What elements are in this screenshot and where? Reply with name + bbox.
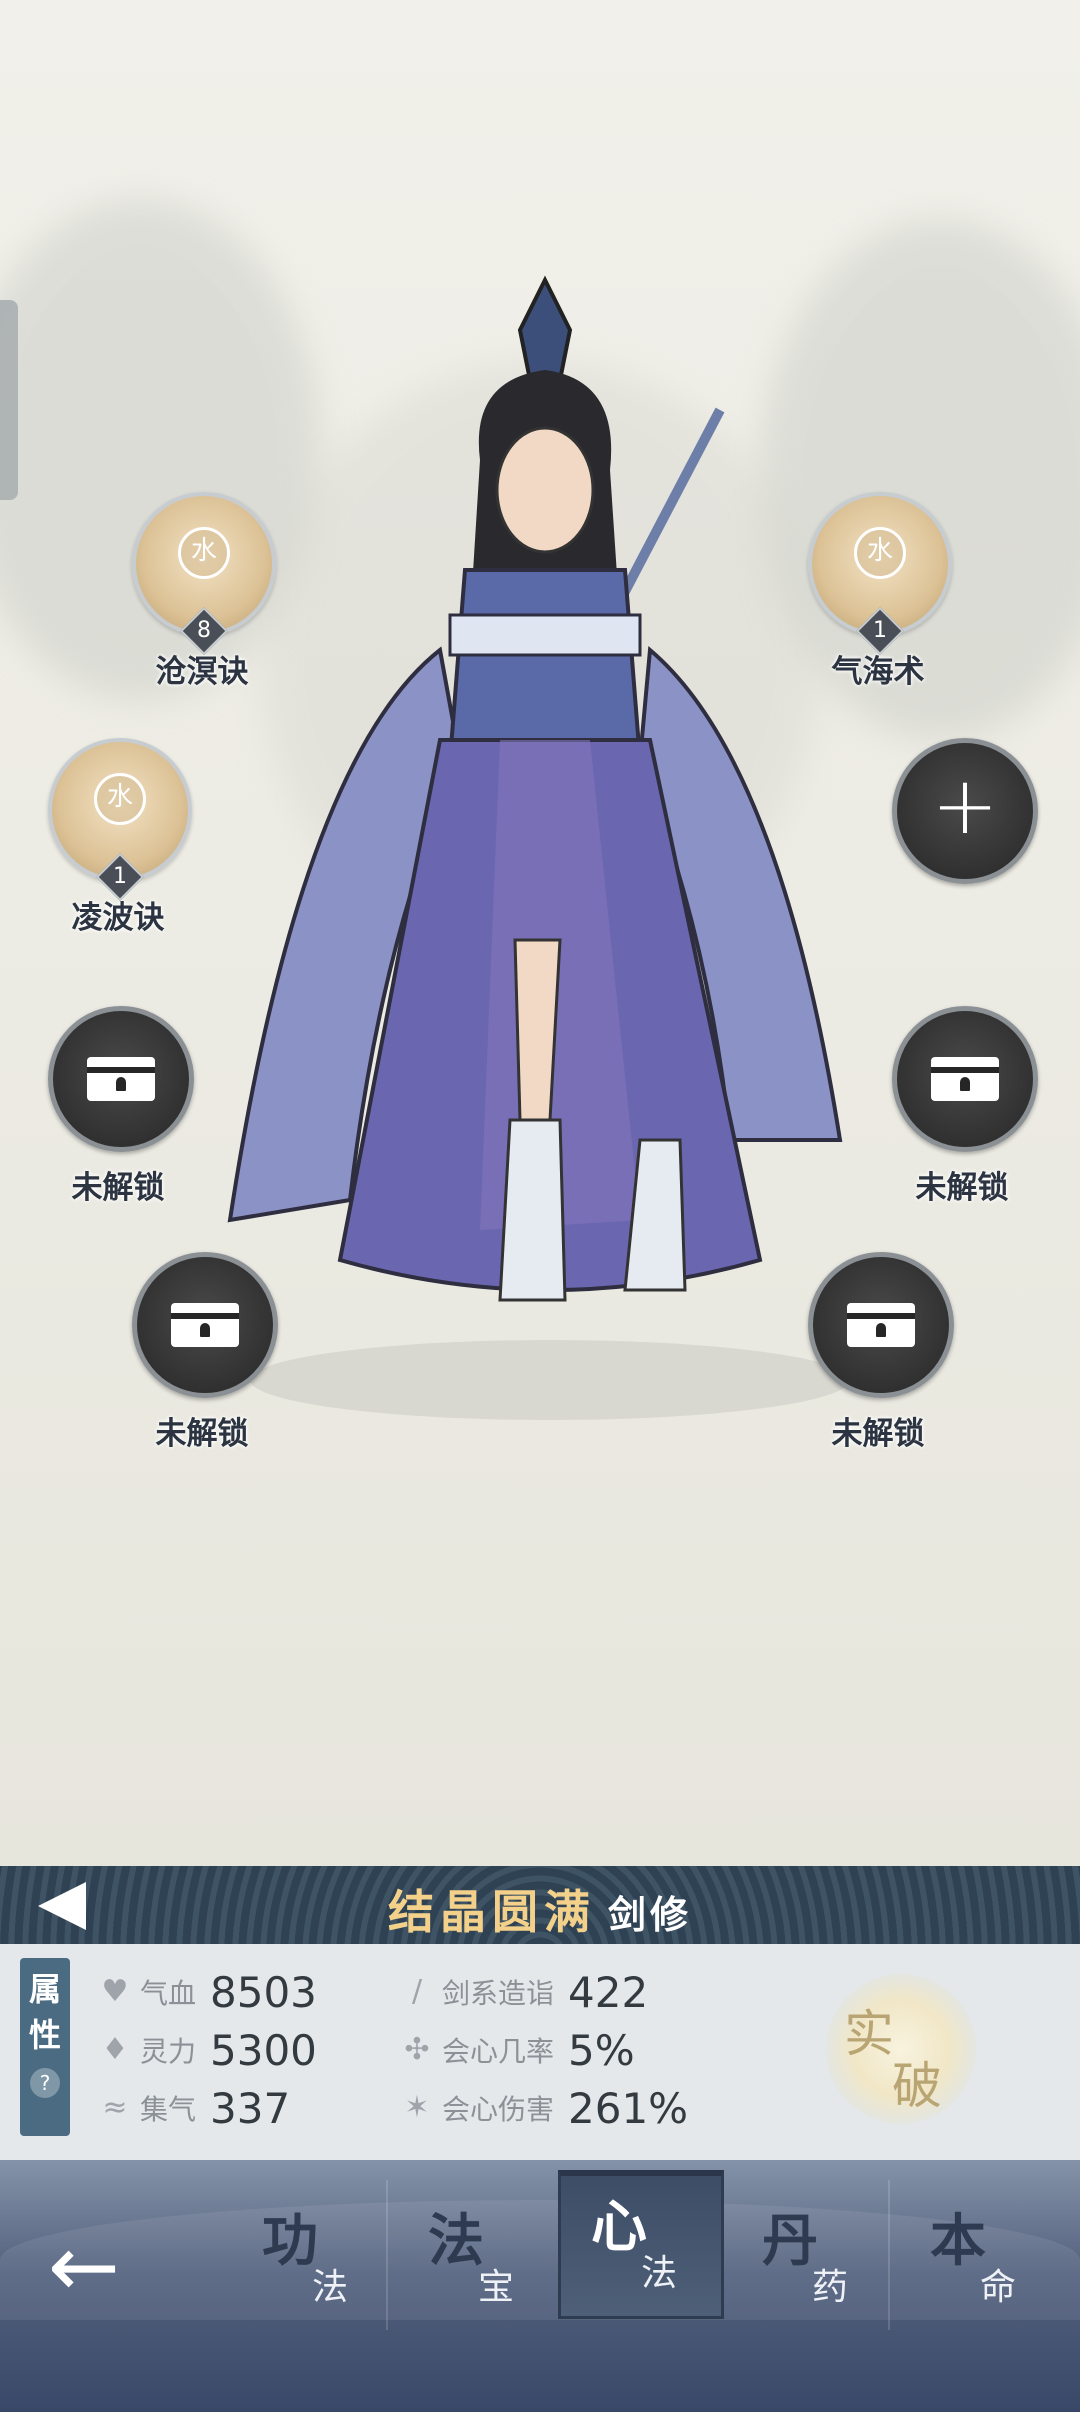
stat-value: 261% <box>568 2083 689 2133</box>
locked-label: 未解锁 <box>155 1416 249 1452</box>
tab-label: 功 <box>262 2208 318 2274</box>
locked-slot-right-1[interactable]: 未解锁 <box>892 1006 1038 1207</box>
tab-sublabel: 药 <box>812 2267 849 2308</box>
lock-icon <box>931 1057 999 1101</box>
flame-icon: ♦ <box>101 2032 129 2067</box>
stat-label: 会心几率 <box>442 2035 555 2068</box>
skill-slot-left-1[interactable]: 水 8 沧溟诀 <box>132 492 276 691</box>
stat-crit-rate: ✣ 会心几率 5% <box>398 2022 635 2078</box>
skill-slot-right-1[interactable]: 水 1 气海术 <box>808 492 952 691</box>
tab-sublabel: 法 <box>312 2267 349 2308</box>
skill-icon: 水 8 <box>132 492 276 656</box>
critical-icon: ✣ <box>404 2032 430 2067</box>
stat-value: 422 <box>568 1967 649 2017</box>
stat-sword-mastery: / 剑系造诣 422 <box>398 1964 648 2020</box>
class-label: 剑修 <box>607 1893 692 1937</box>
character-scene: 水 8 沧溟诀 水 1 气海术 水 1 凌波诀 + 未解锁 未解锁 未解锁 未解… <box>0 0 1080 1866</box>
locked-label: 未解锁 <box>831 1416 925 1452</box>
stat-label: 灵力 <box>140 2035 197 2068</box>
add-skill-slot[interactable]: + <box>892 738 1038 884</box>
arrow-left-icon[interactable]: ← <box>48 2224 138 2314</box>
tab-gongfa[interactable]: 功 法 <box>232 2190 392 2330</box>
locked-slot-icon <box>132 1252 278 1398</box>
rank-title: 结晶圆满 剑修 <box>0 1876 1080 1942</box>
locked-slot-icon <box>808 1252 954 1398</box>
tab-divider <box>888 2180 890 2330</box>
tab-sublabel: 宝 <box>478 2267 515 2308</box>
skill-icon: 水 1 <box>48 738 192 902</box>
locked-slot-icon <box>892 1006 1038 1152</box>
tab-danyao[interactable]: 丹 药 <box>732 2190 892 2330</box>
heart-icon: ♥ <box>101 1974 129 2009</box>
locked-slot-left-2[interactable]: 未解锁 <box>132 1252 278 1453</box>
attributes-tab[interactable]: 属 性 ? <box>20 1958 70 2136</box>
stat-value: 337 <box>210 2083 291 2133</box>
tab-benming[interactable]: 本 命 <box>900 2190 1060 2330</box>
stat-label: 集气 <box>140 2093 197 2126</box>
skill-icon: 水 1 <box>808 492 952 656</box>
tab-label: 心 <box>591 2194 647 2260</box>
stat-label: 气血 <box>140 1977 197 2010</box>
locked-slot-right-2[interactable]: 未解锁 <box>808 1252 954 1453</box>
water-element-icon: 水 <box>94 773 146 826</box>
skill-slot-left-2[interactable]: 水 1 凌波诀 <box>48 738 192 937</box>
sword-icon: / <box>411 1974 423 2009</box>
stat-label: 会心伤害 <box>442 2093 555 2126</box>
locked-label: 未解锁 <box>915 1170 1009 1206</box>
breakthrough-char: 破 <box>892 2057 942 2115</box>
swirl-icon: ≈ <box>102 2090 128 2125</box>
realm-label: 结晶圆满 <box>387 1885 596 1939</box>
bottom-nav: ← 功 法 法 宝 心 法 丹 药 本 命 <box>0 2160 1080 2412</box>
tab-label: 丹 <box>762 2208 818 2274</box>
rank-bar: 结晶圆满 剑修 <box>0 1866 1080 1944</box>
stat-value: 5% <box>568 2025 635 2075</box>
stat-mana: ♦ 灵力 5300 <box>96 2022 317 2078</box>
attributes-tab-label: 属 <box>28 1970 61 2008</box>
stat-value: 5300 <box>210 2025 317 2075</box>
lock-icon <box>847 1303 915 1347</box>
tab-sublabel: 法 <box>641 2253 678 2294</box>
stats-panel: 属 性 ? ♥ 气血 8503 ♦ 灵力 5300 ≈ 集气 337 / 剑系造… <box>0 1944 1080 2160</box>
water-element-icon: 水 <box>854 527 906 580</box>
stat-charge: ≈ 集气 337 <box>96 2080 290 2136</box>
breakthrough-button[interactable]: 实 破 <box>826 1974 976 2124</box>
lock-icon <box>171 1303 239 1347</box>
attributes-tab-label: 性 <box>28 2016 61 2054</box>
add-skill-button[interactable]: + <box>892 738 1038 884</box>
lock-icon <box>87 1057 155 1101</box>
stat-hp: ♥ 气血 8503 <box>96 1964 317 2020</box>
stat-label: 剑系造诣 <box>442 1977 555 2010</box>
plus-icon: + <box>931 759 999 852</box>
breakthrough-char: 实 <box>844 2005 894 2063</box>
locked-slot-left-1[interactable]: 未解锁 <box>48 1006 194 1207</box>
water-element-icon: 水 <box>178 527 230 580</box>
tab-fabao[interactable]: 法 宝 <box>398 2190 558 2330</box>
locked-label: 未解锁 <box>71 1170 165 1206</box>
tab-sublabel: 命 <box>980 2267 1017 2308</box>
tab-divider <box>386 2180 388 2330</box>
stat-value: 8503 <box>210 1967 317 2017</box>
stat-crit-damage: ✶ 会心伤害 261% <box>398 2080 688 2136</box>
locked-slot-icon <box>48 1006 194 1152</box>
help-icon[interactable]: ? <box>30 2068 60 2098</box>
burst-icon: ✶ <box>404 2090 430 2125</box>
tab-label: 法 <box>428 2208 484 2274</box>
tab-xinfa[interactable]: 心 法 <box>558 2170 724 2319</box>
tab-label: 本 <box>930 2208 986 2274</box>
